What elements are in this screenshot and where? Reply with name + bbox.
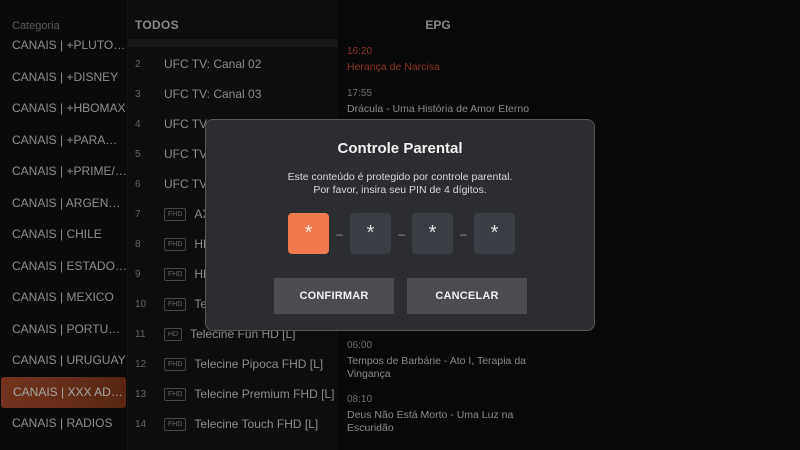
pin-separator: – (336, 226, 343, 241)
dialog-title: Controle Parental (337, 140, 463, 157)
pin-separator: – (398, 226, 405, 241)
pin-digit-4[interactable]: * (474, 213, 515, 254)
pin-digit-2[interactable]: * (350, 213, 391, 254)
parental-control-dialog: Controle Parental Este conteúdo é proteg… (205, 119, 595, 331)
pin-input-row: * – * – * – * (288, 213, 515, 254)
pin-digit-3[interactable]: * (412, 213, 453, 254)
pin-separator: – (460, 226, 467, 241)
dialog-message: Este conteúdo é protegido por controle p… (206, 171, 594, 197)
confirm-button[interactable]: CONFIRMAR (274, 278, 394, 314)
dialog-message-line-2: Por favor, insira seu PIN de 4 dígitos. (313, 184, 487, 196)
dialog-message-line-1: Este conteúdo é protegido por controle p… (287, 171, 513, 183)
cancel-button[interactable]: CANCELAR (407, 278, 527, 314)
pin-digit-1[interactable]: * (288, 213, 329, 254)
